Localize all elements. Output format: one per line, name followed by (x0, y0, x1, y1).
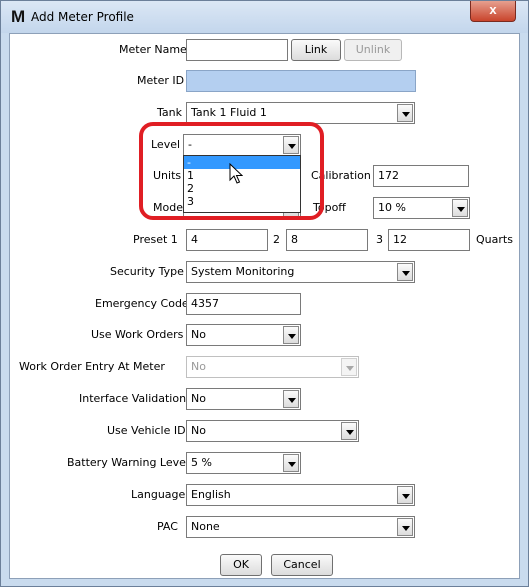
mouse-cursor-icon (229, 163, 243, 184)
window-title: Add Meter Profile (31, 10, 134, 24)
language-select[interactable]: English (186, 484, 415, 506)
use-work-orders-value: No (191, 328, 206, 341)
unlink-button[interactable]: Unlink (344, 39, 402, 61)
meter-name-label: Meter Name (119, 43, 187, 56)
tank-select[interactable]: Tank 1 Fluid 1 (186, 102, 415, 124)
emergency-code-input[interactable]: 4357 (186, 293, 301, 315)
security-type-label: Security Type (110, 265, 184, 278)
preset-1-label: Preset 1 (133, 233, 178, 246)
dropdown-option[interactable]: 3 (184, 195, 300, 208)
meter-name-input[interactable] (186, 39, 288, 61)
chevron-down-icon[interactable] (283, 136, 299, 154)
level-value: - (188, 138, 192, 151)
topoff-label: Topoff (313, 201, 346, 214)
preset-2-label: 2 (273, 233, 280, 246)
chevron-down-icon[interactable] (341, 422, 357, 440)
chevron-down-icon[interactable] (283, 326, 299, 344)
link-button[interactable]: Link (291, 39, 341, 61)
preset-3-input[interactable]: 12 (388, 229, 470, 251)
use-vehicle-id-select[interactable]: No (186, 420, 359, 442)
chevron-down-icon[interactable] (452, 199, 468, 217)
language-label: Language (131, 488, 186, 501)
work-order-entry-label: Work Order Entry At Meter (19, 360, 165, 373)
close-button[interactable]: x (470, 1, 516, 22)
preset-1-input[interactable]: 4 (186, 229, 268, 251)
language-value: English (191, 488, 231, 501)
preset-2-input[interactable]: 8 (286, 229, 368, 251)
pac-value: None (191, 520, 220, 533)
chevron-down-icon[interactable] (397, 104, 413, 122)
security-type-value: System Monitoring (191, 265, 295, 278)
pac-label: PAC (157, 520, 178, 533)
meter-id-label: Meter ID (137, 74, 185, 87)
use-work-orders-label: Use Work Orders (91, 328, 184, 341)
tank-value: Tank 1 Fluid 1 (191, 106, 267, 119)
add-meter-profile-window: M Add Meter Profile x Meter Name Link Un… (0, 0, 529, 587)
security-type-select[interactable]: System Monitoring (186, 261, 415, 283)
calibration-input[interactable]: 172 (373, 165, 469, 187)
chevron-down-icon[interactable] (397, 486, 413, 504)
calibration-label: Calibration (311, 169, 371, 182)
meter-id-input[interactable] (186, 70, 416, 92)
title-bar[interactable]: M Add Meter Profile x (1, 1, 528, 33)
preset-unit-label: Quarts (476, 233, 513, 246)
emergency-code-label: Emergency Code (95, 297, 189, 310)
battery-warning-level-label: Battery Warning Level (67, 456, 189, 469)
tank-label: Tank (157, 106, 182, 119)
chevron-down-icon[interactable] (341, 358, 357, 376)
interface-validation-label: Interface Validation (79, 392, 187, 405)
chevron-down-icon[interactable] (283, 454, 299, 472)
interface-validation-select[interactable]: No (186, 388, 301, 410)
level-label: Level (151, 138, 181, 151)
use-vehicle-id-label: Use Vehicle ID (107, 424, 186, 437)
work-order-entry-select[interactable]: No (186, 356, 359, 378)
use-work-orders-select[interactable]: No (186, 324, 301, 346)
chevron-down-icon[interactable] (397, 263, 413, 281)
use-vehicle-id-value: No (191, 424, 206, 437)
pac-select[interactable]: None (186, 516, 415, 538)
topoff-value: 10 % (378, 201, 406, 214)
preset-3-label: 3 (376, 233, 383, 246)
battery-warning-level-value: 5 % (191, 456, 212, 469)
interface-validation-value: No (191, 392, 206, 405)
chevron-down-icon[interactable] (283, 390, 299, 408)
battery-warning-level-select[interactable]: 5 % (186, 452, 301, 474)
chevron-down-icon[interactable] (397, 518, 413, 536)
units-label: Units (153, 169, 182, 182)
level-select[interactable]: - (183, 134, 301, 156)
cancel-button[interactable]: Cancel (271, 554, 333, 576)
work-order-entry-value: No (191, 360, 206, 373)
app-logo-icon: M (11, 7, 26, 26)
ok-button[interactable]: OK (220, 554, 262, 576)
topoff-select[interactable]: 10 % (373, 197, 470, 219)
mode-label: Mode (153, 201, 183, 214)
